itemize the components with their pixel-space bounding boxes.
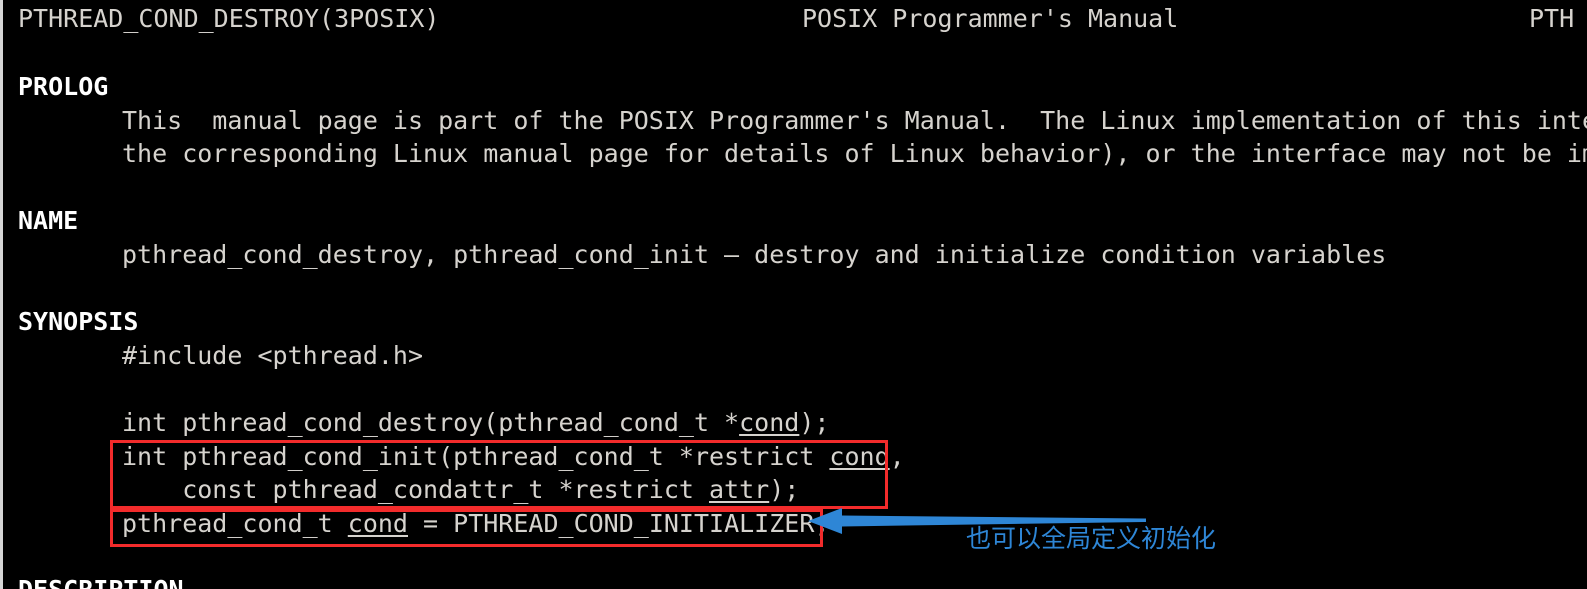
section-heading-synopsis: SYNOPSIS: [18, 307, 139, 336]
name-line-1: pthread_cond_destroy, pthread_cond_init …: [122, 240, 1387, 269]
proto-init-text-b: ,: [889, 442, 905, 471]
section-heading-description: DESCRIPTION: [18, 573, 184, 589]
prolog-line-2: the corresponding Linux manual page for …: [122, 139, 1587, 168]
initializer-text-a: pthread_cond_t: [122, 509, 348, 538]
synopsis-prototype-init-cont: const pthread_condattr_t *restrict attr)…: [122, 473, 799, 507]
manpage-header-left: PTHREAD_COND_DESTROY(3POSIX): [18, 4, 440, 33]
synopsis-include-line: #include <pthread.h>: [122, 341, 424, 370]
proto-destroy-text-a: int pthread_cond_destroy(pthread_cond_t …: [122, 408, 740, 437]
window-left-border: [0, 0, 3, 589]
proto-init-cont-text-b: );: [769, 475, 800, 504]
annotation-note-text: 也可以全局定义初始化: [966, 524, 1217, 553]
synopsis-prototype-destroy: int pthread_cond_destroy(pthread_cond_t …: [122, 406, 829, 440]
terminal-window: PTHREAD_COND_DESTROY(3POSIX) POSIX Progr…: [0, 0, 1587, 589]
synopsis-static-initializer: pthread_cond_t cond = PTHREAD_COND_INITI…: [122, 507, 829, 541]
proto-init-text-a: int pthread_cond_init(pthread_cond_t *re…: [122, 442, 830, 471]
initializer-param-cond: cond: [347, 509, 408, 538]
proto-init-param-attr: attr: [709, 475, 770, 504]
section-heading-prolog: PROLOG: [18, 72, 109, 101]
section-heading-name: NAME: [18, 206, 79, 235]
prolog-line-1: This manual page is part of the POSIX Pr…: [122, 106, 1587, 135]
manpage-header-right: PTH: [1529, 4, 1575, 33]
manpage-header-center: POSIX Programmer's Manual: [802, 4, 1179, 33]
synopsis-prototype-init: int pthread_cond_init(pthread_cond_t *re…: [122, 440, 905, 474]
proto-init-param-cond: cond: [829, 442, 890, 471]
proto-destroy-text-b: );: [799, 408, 830, 437]
proto-destroy-param-cond: cond: [739, 408, 800, 437]
initializer-text-b: = PTHREAD_COND_INITIALIZER;: [408, 509, 830, 538]
proto-init-cont-text-a: const pthread_condattr_t *restrict: [122, 475, 709, 504]
man-page-content: PTHREAD_COND_DESTROY(3POSIX) POSIX Progr…: [9, 0, 1587, 589]
